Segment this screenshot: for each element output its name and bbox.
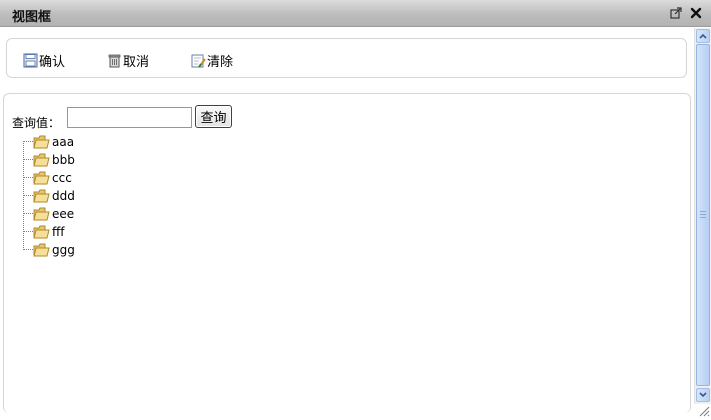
close-icon[interactable] (690, 7, 702, 19)
folder-icon (33, 135, 50, 149)
tree-item-label: fff (52, 225, 65, 239)
folder-icon (33, 225, 50, 239)
tree-branch-line (23, 159, 33, 160)
toolbar: 确认 取消 清除 (6, 38, 687, 78)
tree-item-label: ccc (52, 171, 72, 185)
search-label: 查询值： (12, 116, 61, 130)
tree-item[interactable]: ccc (23, 169, 143, 187)
clear-button[interactable]: 清除 (191, 51, 234, 70)
folder-icon (33, 243, 50, 257)
tree-item-label: eee (52, 207, 75, 221)
tree-item[interactable]: bbb (23, 151, 143, 169)
resize-grip-icon[interactable] (697, 404, 710, 417)
tree-branch-line (23, 249, 33, 250)
scroll-down-button[interactable] (696, 388, 710, 402)
chevron-down-icon (699, 392, 707, 398)
tree-branch-line (23, 177, 33, 178)
tree-item[interactable]: aaa (23, 133, 143, 151)
grip-icon (700, 211, 706, 218)
tree-item[interactable]: ddd (23, 187, 143, 205)
trash-icon (108, 54, 121, 67)
cancel-label: 取消 (123, 54, 150, 70)
chevron-up-icon (699, 33, 707, 39)
save-icon (23, 53, 38, 67)
tree-item-label: ggg (52, 243, 75, 257)
tree-item[interactable]: eee (23, 205, 143, 223)
cancel-button[interactable]: 取消 (107, 51, 150, 70)
clear-icon (191, 54, 206, 68)
popout-icon[interactable] (670, 7, 682, 19)
tree-item[interactable]: fff (23, 223, 143, 241)
search-button[interactable]: 查询 (195, 105, 232, 128)
folder-icon (33, 189, 50, 203)
tree-item-label: ddd (52, 189, 75, 203)
tree-branch-line (23, 141, 33, 142)
window-title: 视图框 (12, 10, 52, 25)
vertical-scrollbar[interactable] (694, 28, 711, 404)
folder-icon (33, 153, 50, 167)
titlebar[interactable]: 视图框 (0, 0, 711, 27)
tree-branch-line (23, 231, 33, 232)
tree-item[interactable]: ggg (23, 241, 143, 259)
tree-branch-line (23, 195, 33, 196)
search-input[interactable] (67, 107, 192, 128)
folder-icon (33, 171, 50, 185)
tree-panel: 查询值： 查询 aaa bbb ccc ddd eee fff ggg (3, 93, 691, 413)
scroll-up-button[interactable] (696, 29, 710, 43)
tree-item-label: bbb (52, 153, 75, 167)
dialog-content: 确认 取消 清除 查询值： 查询 aaa bbb ccc ddd eee fff… (0, 28, 693, 413)
dialog-window: 视图框 确认 取消 清除 查询值： 查询 aaa bbb ccc ddd eee… (0, 0, 711, 420)
tree-item-label: aaa (52, 135, 75, 149)
folder-icon (33, 207, 50, 221)
tree-branch-line (23, 213, 33, 214)
clear-label: 清除 (207, 54, 234, 70)
confirm-label: 确认 (39, 54, 66, 70)
scroll-thumb[interactable] (696, 44, 710, 386)
confirm-button[interactable]: 确认 (23, 51, 66, 70)
